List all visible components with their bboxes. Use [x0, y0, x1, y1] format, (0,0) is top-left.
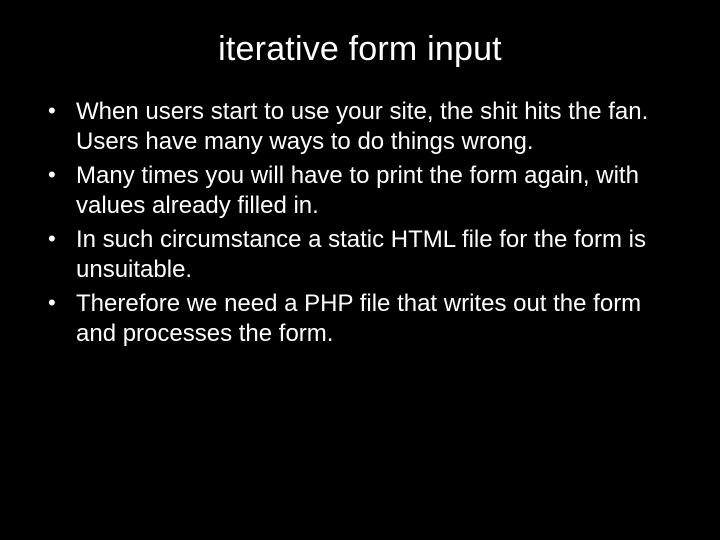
list-item: Many times you will have to print the fo… [40, 161, 680, 221]
slide-title: iterative form input [36, 30, 684, 69]
slide: iterative form input When users start to… [0, 0, 720, 540]
list-item: Therefore we need a PHP file that writes… [40, 289, 680, 349]
list-item: When users start to use your site, the s… [40, 97, 680, 157]
list-item: In such circumstance a static HTML file … [40, 225, 680, 285]
bullet-list: When users start to use your site, the s… [36, 97, 684, 349]
